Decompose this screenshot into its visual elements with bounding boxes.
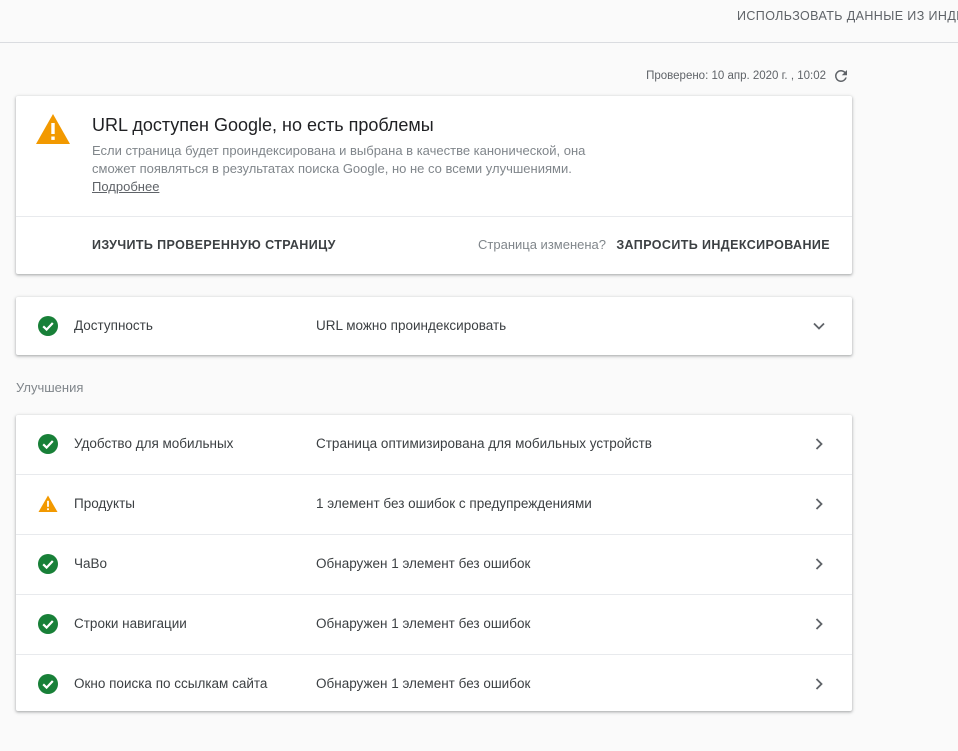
refresh-icon[interactable] [832,67,850,85]
page-changed-question: Страница изменена? [478,237,606,252]
enhancement-row[interactable]: Удобство для мобильных Страница оптимизир… [16,415,852,475]
status-description: Если страница будет проиндексирована и в… [92,142,612,196]
enhancement-row[interactable]: Окно поиска по ссылкам сайта Обнаружен 1 … [16,655,852,714]
enhancement-value: Страница оптимизирована для мобильных ус… [316,436,652,451]
enhancement-value: Обнаружен 1 элемент без ошибок [316,676,531,691]
check-circle-icon [38,316,58,336]
coverage-name: Доступность [74,318,153,333]
enhancement-row[interactable]: Продукты 1 элемент без ошибок с предупреж… [16,475,852,535]
use-index-data-button[interactable]: ИСПОЛЬЗОВАТЬ ДАННЫЕ ИЗ ИНДЕКСА [737,9,958,23]
enhancements-card: Удобство для мобильных Страница оптимизир… [16,415,852,711]
chevron-right-icon[interactable] [812,616,826,632]
enhancement-row[interactable]: ЧаВо Обнаружен 1 элемент без ошибок [16,535,852,595]
divider [16,216,852,217]
chevron-down-icon[interactable] [812,318,826,334]
enhancement-name: Окно поиска по ссылкам сайта [74,676,268,691]
checked-timestamp-row: Проверено: 10 апр. 2020 г. , 10:02 [646,66,850,86]
learn-more-link[interactable]: Подробнее [92,179,159,194]
chevron-right-icon[interactable] [812,676,826,692]
coverage-value: URL можно проиндексировать [316,318,507,333]
top-bar: ИСПОЛЬЗОВАТЬ ДАННЫЕ ИЗ ИНДЕКСА [0,0,958,43]
check-circle-icon [38,434,58,454]
check-circle-icon [38,614,58,634]
enhancement-name: Строки навигации [74,616,187,631]
checked-timestamp: Проверено: 10 апр. 2020 г. , 10:02 [646,70,826,82]
status-card: URL доступен Google, но есть проблемы Ес… [16,96,852,274]
check-circle-icon [38,554,58,574]
enhancement-value: 1 элемент без ошибок с предупреждениями [316,496,592,511]
enhancement-value: Обнаружен 1 элемент без ошибок [316,616,531,631]
request-indexing-button[interactable]: ЗАПРОСИТЬ ИНДЕКСИРОВАНИЕ [616,238,830,252]
warning-icon [36,114,70,144]
enhancement-row[interactable]: Строки навигации Обнаружен 1 элемент без … [16,595,852,655]
check-circle-icon [38,674,58,694]
enhancements-section-label: Улучшения [16,380,84,395]
coverage-card: Доступность URL можно проиндексировать [16,297,852,355]
coverage-row[interactable]: Доступность URL можно проиндексировать [16,297,852,355]
inspect-crawled-page-button[interactable]: ИЗУЧИТЬ ПРОВЕРЕННУЮ СТРАНИЦУ [92,238,336,252]
enhancement-name: Удобство для мобильных [74,436,234,451]
chevron-right-icon[interactable] [812,496,826,512]
chevron-right-icon[interactable] [812,436,826,452]
enhancement-name: Продукты [74,496,135,511]
status-description-text: Если страница будет проиндексирована и в… [92,143,586,176]
status-title: URL доступен Google, но есть проблемы [92,115,434,135]
warning-icon [38,495,58,512]
chevron-right-icon[interactable] [812,556,826,572]
enhancement-value: Обнаружен 1 элемент без ошибок [316,556,531,571]
enhancement-name: ЧаВо [74,556,108,571]
